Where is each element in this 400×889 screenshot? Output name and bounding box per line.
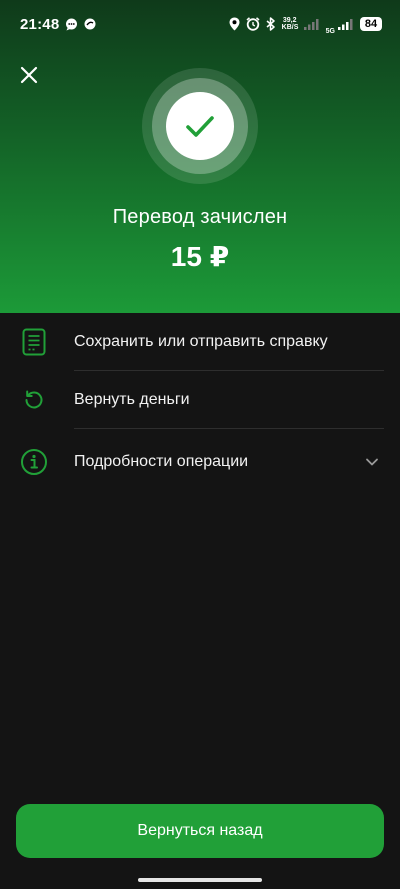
network-type-label: 5G (325, 27, 335, 35)
status-bar: 21:48 39,2 KB/S 5G 84 (0, 0, 400, 48)
transfer-status-title: Перевод зачислен (112, 206, 288, 228)
status-time: 21:48 (20, 15, 60, 33)
save-or-send-receipt-item[interactable]: Сохранить или отправить справку (0, 313, 400, 371)
refund-icon (20, 386, 48, 414)
operation-details-label: Подробности операции (74, 453, 249, 470)
alarm-icon (246, 17, 260, 31)
close-icon (20, 66, 38, 84)
network-speed: 39,2 KB/S (281, 17, 299, 31)
success-indicator (142, 68, 258, 184)
save-or-send-receipt-label: Сохранить или отправить справку (74, 333, 328, 350)
signal-weak-icon (303, 18, 320, 30)
operation-actions-list: Сохранить или отправить справку Вернуть … (0, 313, 400, 495)
chat-bubble-icon (65, 18, 78, 31)
home-indicator[interactable] (138, 878, 262, 882)
checkmark-icon (186, 116, 214, 137)
document-icon (20, 328, 48, 356)
bluetooth-icon (266, 17, 276, 31)
signal-strong-icon (338, 18, 354, 30)
operation-details-item[interactable]: Подробности операции (0, 429, 400, 495)
go-back-button[interactable]: Вернуться назад (16, 804, 384, 858)
close-button[interactable] (16, 62, 42, 88)
info-icon (20, 448, 48, 476)
refund-money-item[interactable]: Вернуть деньги (0, 371, 400, 429)
battery-level: 84 (360, 17, 382, 31)
location-icon (229, 17, 240, 31)
app-notification-icon (84, 18, 96, 30)
chevron-down-icon[interactable] (364, 454, 380, 470)
transfer-amount: 15 ₽ (170, 241, 230, 272)
refund-money-label: Вернуть деньги (74, 391, 190, 408)
